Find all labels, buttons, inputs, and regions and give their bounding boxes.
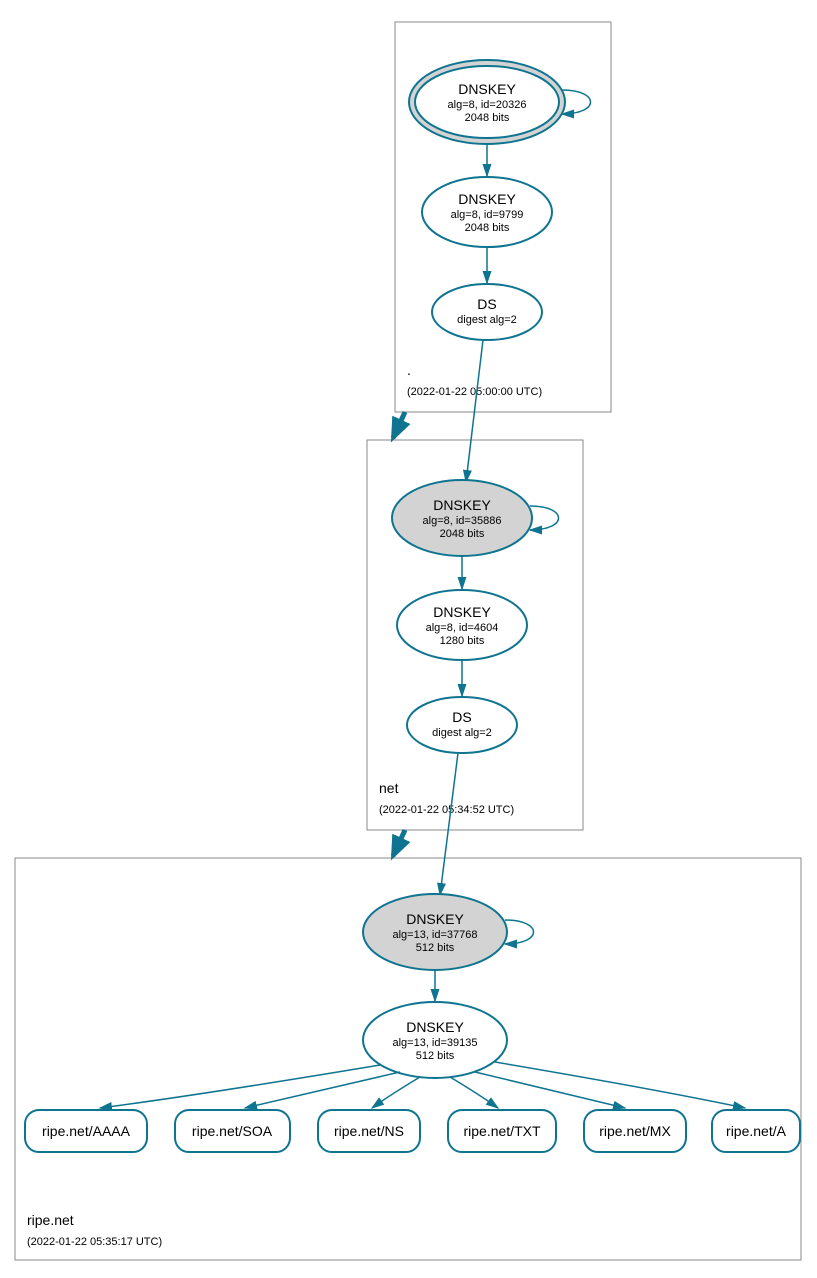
record-mx: ripe.net/MX: [584, 1110, 686, 1152]
edge-delegation-root-net: [393, 412, 405, 438]
zone-root-timestamp: (2022-01-22 05:00:00 UTC): [407, 386, 542, 398]
root-ds: DS digest alg=2: [432, 284, 542, 340]
svg-text:ripe.net/TXT: ripe.net/TXT: [463, 1123, 540, 1139]
svg-text:alg=8, id=35886: alg=8, id=35886: [423, 515, 502, 527]
edge-zsk-a: [495, 1062, 745, 1108]
svg-text:alg=8, id=4604: alg=8, id=4604: [426, 622, 499, 634]
edge-delegation-net-ripe: [393, 830, 405, 856]
svg-text:DS: DS: [452, 709, 471, 725]
edge-zsk-mx: [475, 1072, 625, 1108]
net-ds: DS digest alg=2: [407, 697, 517, 753]
svg-text:digest alg=2: digest alg=2: [457, 314, 517, 326]
zone-ripe-label: ripe.net: [27, 1212, 74, 1228]
svg-text:ripe.net/MX: ripe.net/MX: [599, 1123, 671, 1139]
svg-text:digest alg=2: digest alg=2: [432, 727, 492, 739]
root-ksk-self-loop: [562, 90, 591, 114]
record-txt: ripe.net/TXT: [448, 1110, 556, 1152]
svg-text:alg=8, id=9799: alg=8, id=9799: [451, 209, 524, 221]
svg-text:2048 bits: 2048 bits: [465, 222, 510, 234]
dnssec-diagram: . (2022-01-22 05:00:00 UTC) DNSKEY alg=8…: [0, 0, 817, 1278]
svg-text:1280 bits: 1280 bits: [440, 635, 485, 647]
zone-root-label: .: [407, 362, 411, 378]
svg-text:2048 bits: 2048 bits: [440, 528, 485, 540]
edge-net-ds-ripe-ksk: [440, 753, 458, 895]
svg-text:DNSKEY: DNSKEY: [458, 81, 516, 97]
svg-text:ripe.net/NS: ripe.net/NS: [334, 1123, 404, 1139]
record-ns: ripe.net/NS: [318, 1110, 420, 1152]
zone-net-timestamp: (2022-01-22 05:34:52 UTC): [379, 804, 514, 816]
ripe-dnskey-ksk: DNSKEY alg=13, id=37768 512 bits: [363, 894, 507, 970]
svg-text:alg=13, id=37768: alg=13, id=37768: [392, 929, 477, 941]
net-dnskey-zsk: DNSKEY alg=8, id=4604 1280 bits: [397, 590, 527, 660]
svg-text:2048 bits: 2048 bits: [465, 112, 510, 124]
svg-text:DNSKEY: DNSKEY: [433, 604, 491, 620]
svg-text:DNSKEY: DNSKEY: [458, 191, 516, 207]
record-a: ripe.net/A: [712, 1110, 800, 1152]
edge-root-ds-net-ksk: [466, 340, 483, 482]
root-dnskey-ksk: DNSKEY alg=8, id=20326 2048 bits: [409, 60, 565, 144]
svg-text:DNSKEY: DNSKEY: [433, 497, 491, 513]
net-ksk-self-loop: [530, 506, 559, 530]
edge-zsk-soa: [245, 1072, 400, 1108]
svg-text:ripe.net/AAAA: ripe.net/AAAA: [42, 1123, 131, 1139]
svg-text:alg=8, id=20326: alg=8, id=20326: [448, 99, 527, 111]
svg-text:DNSKEY: DNSKEY: [406, 911, 464, 927]
svg-text:alg=13, id=39135: alg=13, id=39135: [392, 1037, 477, 1049]
svg-text:512 bits: 512 bits: [416, 942, 455, 954]
zone-ripe-timestamp: (2022-01-22 05:35:17 UTC): [27, 1236, 162, 1248]
svg-text:DS: DS: [477, 296, 496, 312]
ripe-ksk-self-loop: [505, 920, 534, 944]
ripe-dnskey-zsk: DNSKEY alg=13, id=39135 512 bits: [363, 1002, 507, 1078]
zone-net-label: net: [379, 780, 399, 796]
net-dnskey-ksk: DNSKEY alg=8, id=35886 2048 bits: [392, 480, 532, 556]
svg-text:DNSKEY: DNSKEY: [406, 1019, 464, 1035]
edge-zsk-ns: [372, 1077, 420, 1108]
svg-text:ripe.net/SOA: ripe.net/SOA: [192, 1123, 273, 1139]
svg-text:ripe.net/A: ripe.net/A: [726, 1123, 787, 1139]
root-dnskey-zsk: DNSKEY alg=8, id=9799 2048 bits: [422, 177, 552, 247]
edge-zsk-txt: [450, 1077, 498, 1108]
svg-text:512 bits: 512 bits: [416, 1050, 455, 1062]
record-aaaa: ripe.net/AAAA: [25, 1110, 147, 1152]
record-soa: ripe.net/SOA: [175, 1110, 290, 1152]
